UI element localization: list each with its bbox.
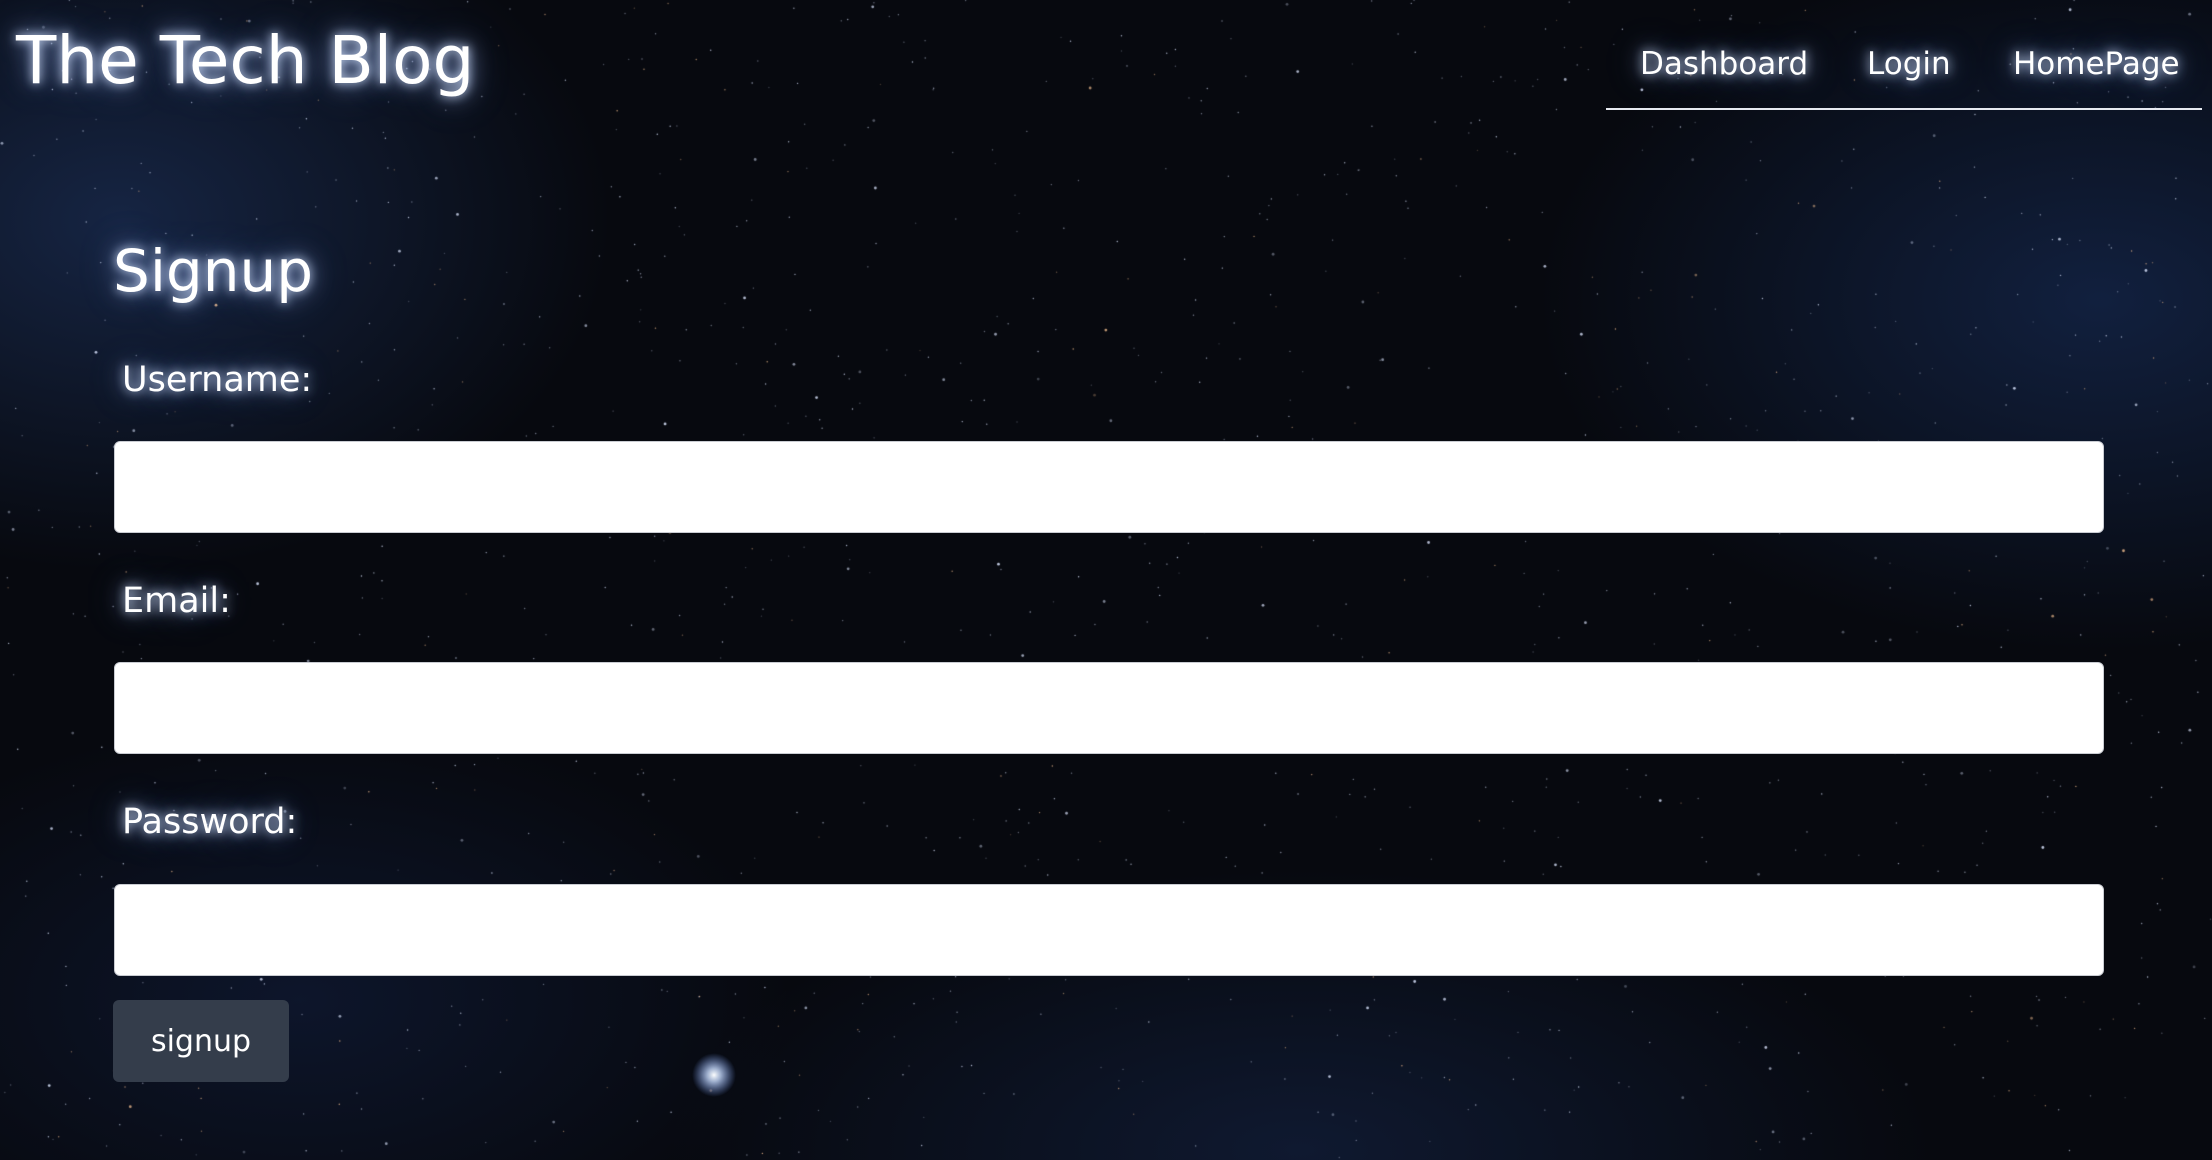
email-input[interactable]	[114, 662, 2104, 754]
password-input[interactable]	[114, 884, 2104, 976]
nav-link-login[interactable]: Login	[1867, 46, 1951, 82]
signup-heading: Signup	[113, 237, 314, 305]
site-title: The Tech Blog	[16, 22, 475, 99]
nav-link-homepage[interactable]: HomePage	[2013, 46, 2180, 82]
signup-button[interactable]: signup	[113, 1000, 289, 1082]
username-label: Username:	[122, 360, 313, 400]
main-nav: Dashboard Login HomePage	[1606, 46, 2202, 110]
nav-link-dashboard[interactable]: Dashboard	[1640, 46, 1808, 82]
starfield-background	[0, 0, 2212, 1160]
email-label: Email:	[122, 581, 231, 621]
password-label: Password:	[122, 802, 298, 842]
username-input[interactable]	[114, 441, 2104, 533]
